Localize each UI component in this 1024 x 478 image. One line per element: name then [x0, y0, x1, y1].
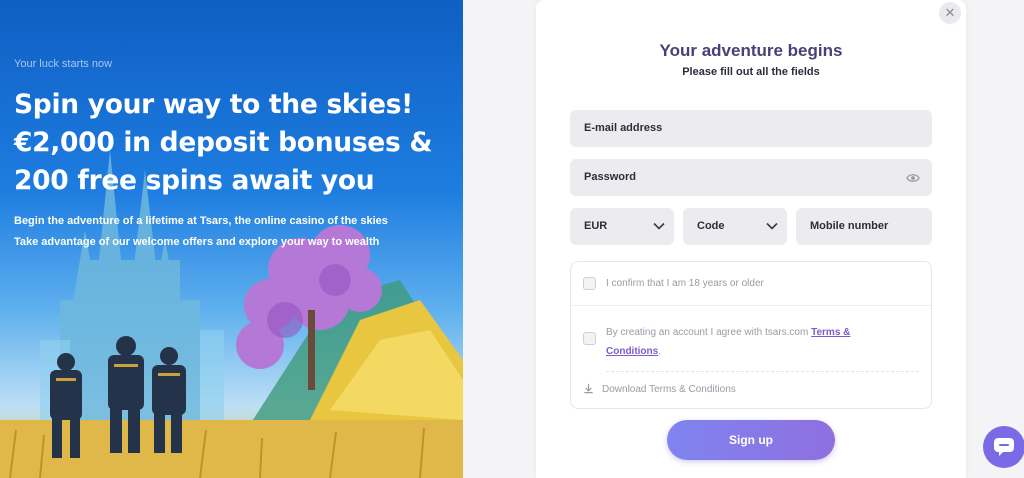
- hero-headline-line: Spin your way to the skies!: [14, 89, 413, 120]
- hero-headline: Spin your way to the skies! €2,000 in de…: [14, 86, 454, 200]
- chat-icon: [994, 438, 1014, 456]
- hero-headline-line: €2,000 in deposit bonuses &: [14, 127, 433, 158]
- divider: [606, 371, 919, 372]
- password-placeholder: Password: [584, 171, 636, 183]
- terms-prefix: By creating an account I agree with tsar…: [606, 327, 812, 338]
- currency-value: EUR: [584, 220, 608, 232]
- close-button[interactable]: ✕: [939, 2, 961, 24]
- chevron-down-icon: [653, 222, 665, 230]
- hero-banner: Your luck starts now Spin your way to th…: [0, 0, 463, 478]
- close-icon: ✕: [944, 5, 956, 20]
- hero-description: Begin the adventure of a lifetime at Tsa…: [14, 211, 388, 253]
- email-placeholder: E-mail address: [584, 122, 663, 134]
- signup-button[interactable]: Sign up: [667, 420, 835, 460]
- terms-checkbox[interactable]: [583, 332, 596, 345]
- age-confirm-checkbox[interactable]: [583, 277, 596, 290]
- eye-icon[interactable]: [906, 171, 920, 185]
- form-subtitle: Please fill out all the fields: [682, 66, 820, 78]
- hero-headline-line: 200 free spins await you: [14, 165, 375, 196]
- age-confirm-label: I confirm that I am 18 years or older: [606, 278, 764, 289]
- currency-select[interactable]: EUR: [570, 208, 674, 245]
- mobile-number-field[interactable]: Mobile number: [796, 208, 932, 245]
- terms-label: By creating an account I agree with tsar…: [606, 323, 906, 361]
- hero-description-line: Take advantage of our welcome offers and…: [14, 236, 380, 248]
- download-terms-label: Download Terms & Conditions: [602, 384, 736, 395]
- chat-button[interactable]: [983, 426, 1024, 468]
- hero-description-line: Begin the adventure of a lifetime at Tsa…: [14, 215, 388, 227]
- password-field[interactable]: Password: [570, 159, 932, 196]
- email-field[interactable]: E-mail address: [570, 110, 932, 147]
- phone-code-select[interactable]: Code: [683, 208, 787, 245]
- mobile-placeholder: Mobile number: [810, 220, 889, 232]
- phone-code-value: Code: [697, 220, 725, 232]
- age-confirm-row: I confirm that I am 18 years or older: [571, 262, 931, 306]
- form-title: Your adventure begins: [659, 41, 843, 60]
- download-icon: [584, 383, 593, 394]
- terms-suffix: .: [658, 346, 661, 357]
- hero-tagline: Your luck starts now: [14, 58, 113, 70]
- consent-box: I confirm that I am 18 years or older By…: [570, 261, 932, 409]
- download-terms-link[interactable]: Download Terms & Conditions: [583, 383, 736, 395]
- chevron-down-icon: [766, 222, 778, 230]
